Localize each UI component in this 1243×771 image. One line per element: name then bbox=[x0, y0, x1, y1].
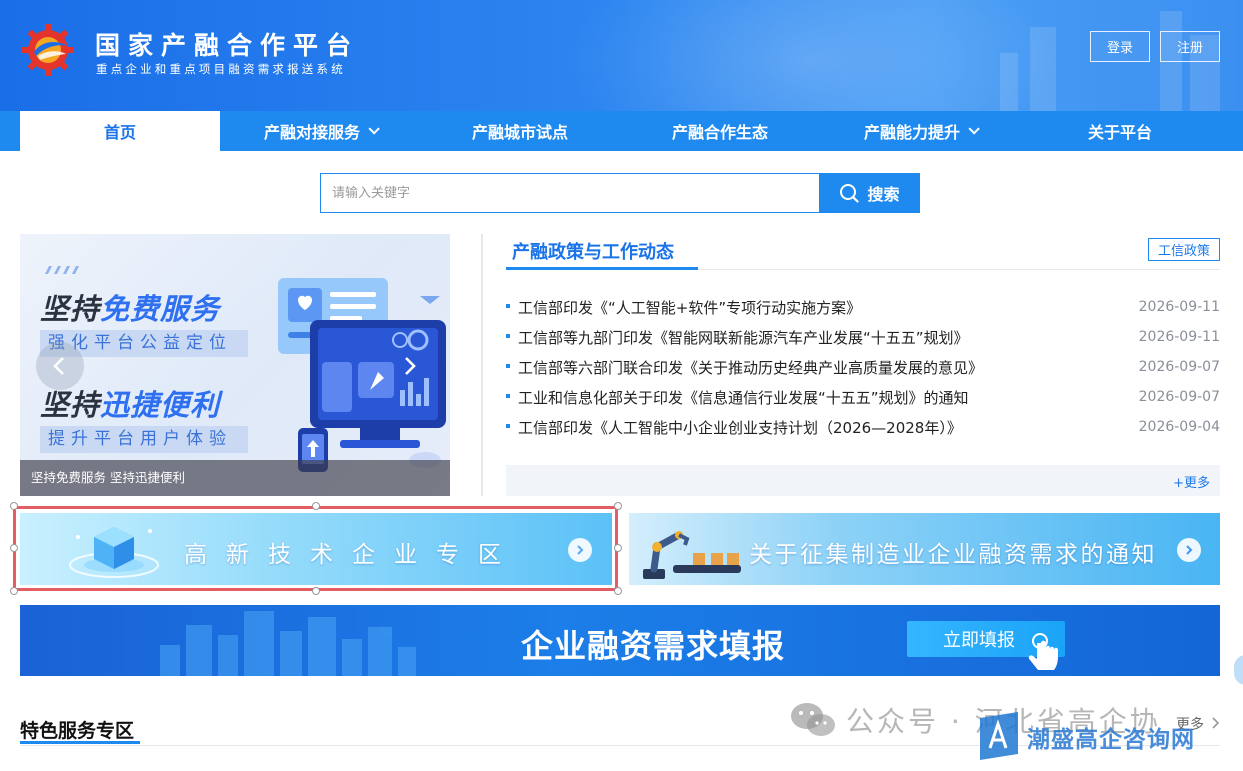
bullet-icon bbox=[506, 394, 510, 398]
nav-item-about[interactable]: 关于平台 bbox=[1020, 111, 1220, 151]
hero-carousel[interactable]: 坚持免费服务 强化平台公益定位 坚持迅捷便利 提升平台用户体验 坚持免费服务 坚… bbox=[20, 234, 450, 496]
news-item-title[interactable]: 工信部印发《“人工智能+软件”专项行动实施方案》 bbox=[518, 297, 861, 318]
header-building bbox=[1030, 27, 1056, 111]
resize-handle[interactable] bbox=[614, 502, 622, 510]
nav-item-label: 关于平台 bbox=[1087, 123, 1152, 142]
carousel-tag-2: 提升平台用户体验 bbox=[40, 426, 248, 453]
fill-now-label: 立即填报 bbox=[943, 630, 1015, 651]
chevron-right-icon bbox=[405, 357, 416, 375]
news-list: 工信部印发《“人工智能+软件”专项行动实施方案》 2026-09-11 工信部等… bbox=[506, 292, 1220, 442]
list-item[interactable]: 工信部等六部门联合印发《关于推动历史经典产业高质量发展的意见》 2026-09-… bbox=[506, 352, 1220, 382]
section-title-underline bbox=[20, 741, 140, 744]
news-item-title[interactable]: 工信部等六部门联合印发《关于推动历史经典产业高质量发展的意见》 bbox=[518, 357, 983, 378]
selection-frame bbox=[13, 506, 618, 591]
login-button[interactable]: 登录 bbox=[1090, 31, 1150, 62]
nav-item-label: 首页 bbox=[103, 123, 136, 142]
resize-handle[interactable] bbox=[614, 544, 622, 552]
header-building bbox=[1000, 53, 1018, 111]
nav-item-label: 产融对接服务 bbox=[263, 123, 360, 142]
resize-handle[interactable] bbox=[312, 502, 320, 510]
carousel-headline-highlight: 免费服务 bbox=[100, 292, 221, 326]
carousel-prev-button[interactable] bbox=[36, 342, 84, 390]
notice-arrow-button[interactable] bbox=[1177, 538, 1201, 562]
news-section-title: 产融政策与工作动态 bbox=[512, 242, 674, 263]
bullet-icon bbox=[506, 304, 510, 308]
bullet-icon bbox=[506, 424, 510, 428]
news-item-title[interactable]: 工信部等九部门印发《智能网联新能源汽车产业发展“十五五”规划》 bbox=[518, 327, 969, 348]
city-skyline-icon bbox=[160, 611, 416, 676]
news-item-date: 2026-09-07 bbox=[1138, 359, 1220, 375]
nav-item-financing-services[interactable]: 产融对接服务 bbox=[220, 111, 420, 151]
news-header: 产融政策与工作动态 工信政策 bbox=[506, 234, 1220, 270]
resize-handle[interactable] bbox=[10, 587, 18, 595]
carousel-next-button[interactable] bbox=[385, 342, 433, 390]
news-more-link[interactable]: +更多 bbox=[1173, 472, 1210, 491]
financing-fill-banner[interactable]: 企业融资需求填报 立即填报 bbox=[20, 605, 1220, 676]
news-item-title[interactable]: 工信部印发《人工智能中小企业创业支持计划（2026—2028年）》 bbox=[518, 417, 962, 438]
chevron-left-icon bbox=[53, 357, 64, 375]
nav-item-city-pilot[interactable]: 产融城市试点 bbox=[420, 111, 620, 151]
resize-handle[interactable] bbox=[614, 587, 622, 595]
resize-handle[interactable] bbox=[312, 587, 320, 595]
resize-handle[interactable] bbox=[10, 502, 18, 510]
chevron-down-icon bbox=[368, 123, 380, 135]
news-title-underline bbox=[506, 267, 698, 270]
news-item-date: 2026-09-04 bbox=[1138, 419, 1220, 435]
platform-logo-icon bbox=[22, 24, 74, 76]
header-glow bbox=[560, 0, 1060, 111]
robot-arm-icon bbox=[643, 531, 741, 579]
list-item[interactable]: 工信部印发《人工智能中小企业创业支持计划（2026—2028年）》 2026-0… bbox=[506, 412, 1220, 442]
brand-watermark-text: 潮盛高企咨询网 bbox=[1027, 727, 1195, 753]
bullet-icon bbox=[506, 334, 510, 338]
site-subtitle: 重点企业和重点项目融资需求报送系统 bbox=[96, 62, 346, 76]
carousel-headline-1: 坚持免费服务 bbox=[40, 286, 220, 328]
search-button[interactable]: 搜索 bbox=[819, 173, 920, 213]
decorative-stripes bbox=[45, 266, 79, 274]
nav-item-ecosystem[interactable]: 产融合作生态 bbox=[620, 111, 820, 151]
wechat-logo-icon bbox=[791, 703, 835, 736]
news-item-title[interactable]: 工业和信息化部关于印发《信息通信行业发展“十五五”规划》的通知 bbox=[518, 387, 969, 408]
news-more-bar: +更多 bbox=[506, 465, 1220, 496]
news-item-date: 2026-09-11 bbox=[1138, 329, 1220, 345]
bullet-icon bbox=[506, 364, 510, 368]
nav-item-capability[interactable]: 产融能力提升 bbox=[820, 111, 1020, 151]
column-divider bbox=[481, 234, 483, 496]
chevron-down-icon bbox=[968, 123, 980, 135]
main-nav: 首页 产融对接服务 产融城市试点 产融合作生态 产融能力提升 关于平台 bbox=[0, 111, 1243, 151]
site-title: 国家产融合作平台 bbox=[95, 31, 360, 60]
carousel-caption[interactable]: 坚持免费服务 坚持迅捷便利 bbox=[20, 460, 450, 496]
nav-item-label: 产融合作生态 bbox=[671, 123, 768, 142]
brand-logo-icon bbox=[980, 712, 1018, 760]
floating-side-widget[interactable] bbox=[1234, 655, 1243, 685]
nav-item-label: 产融能力提升 bbox=[863, 123, 960, 142]
list-item[interactable]: 工信部等九部门印发《智能网联新能源汽车产业发展“十五五”规划》 2026-09-… bbox=[506, 322, 1220, 352]
search-button-label: 搜索 bbox=[867, 185, 900, 204]
financing-notice-title: 关于征集制造业企业融资需求的通知 bbox=[749, 542, 1157, 568]
chevron-right-icon bbox=[1186, 545, 1193, 555]
featured-services-title: 特色服务专区 bbox=[20, 720, 135, 742]
hand-pointer-icon bbox=[1028, 633, 1058, 670]
search-icon bbox=[840, 184, 860, 203]
resize-handle[interactable] bbox=[10, 544, 18, 552]
financing-notice-banner[interactable]: 关于征集制造业企业融资需求的通知 bbox=[629, 513, 1220, 585]
search-input[interactable] bbox=[320, 173, 820, 213]
register-button[interactable]: 注册 bbox=[1160, 31, 1220, 62]
carousel-headline-highlight: 迅捷便利 bbox=[100, 388, 221, 422]
site-header: 国家产融合作平台 重点企业和重点项目融资需求报送系统 登录 注册 bbox=[0, 0, 1243, 111]
carousel-headline-prefix: 坚持 bbox=[40, 388, 101, 422]
chevron-right-icon[interactable] bbox=[1209, 716, 1223, 730]
news-item-date: 2026-09-07 bbox=[1138, 389, 1220, 405]
policy-tab[interactable]: 工信政策 bbox=[1148, 238, 1220, 261]
nav-item-label: 产融城市试点 bbox=[471, 123, 568, 142]
nav-item-home[interactable]: 首页 bbox=[20, 111, 220, 151]
financing-fill-title: 企业融资需求填报 bbox=[521, 627, 786, 665]
list-item[interactable]: 工业和信息化部关于印发《信息通信行业发展“十五五”规划》的通知 2026-09-… bbox=[506, 382, 1220, 412]
news-item-date: 2026-09-11 bbox=[1138, 299, 1220, 315]
carousel-headline-prefix: 坚持 bbox=[40, 292, 101, 326]
list-item[interactable]: 工信部印发《“人工智能+软件”专项行动实施方案》 2026-09-11 bbox=[506, 292, 1220, 322]
